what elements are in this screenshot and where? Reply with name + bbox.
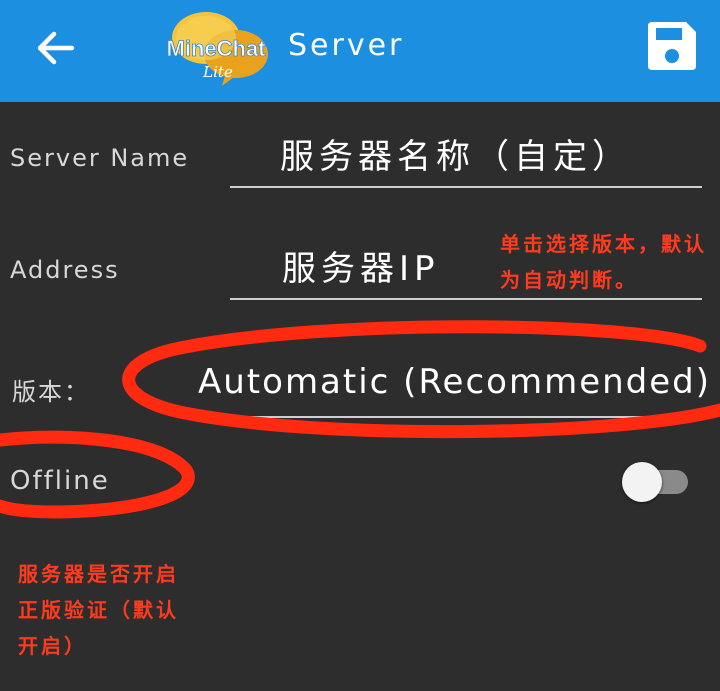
offline-note: 服务器是否开启 正版验证（默认 开启）: [18, 562, 179, 658]
offline-toggle[interactable]: [622, 462, 690, 502]
version-value: Automatic (Recommended): [198, 362, 712, 402]
version-label: 版本：: [12, 378, 90, 406]
save-button[interactable]: [644, 18, 700, 74]
server-name-input[interactable]: 服务器名称（自定）: [230, 136, 702, 188]
toggle-knob: [622, 462, 662, 502]
server-name-value: 服务器名称（自定）: [280, 137, 631, 177]
address-label: Address: [10, 256, 120, 284]
server-name-label: Server Name: [10, 144, 190, 172]
offline-label: Offline: [10, 466, 110, 496]
version-select[interactable]: Automatic (Recommended): [190, 344, 709, 418]
arrow-back-icon: [37, 31, 75, 65]
save-icon: [648, 22, 696, 70]
svg-text:Lite: Lite: [202, 63, 233, 81]
svg-text:MineChat: MineChat: [167, 36, 267, 61]
minechat-logo: MineChat Lite: [156, 8, 276, 88]
version-note: 单击选择版本，默认 为自动判断。: [500, 232, 707, 292]
address-value: 服务器IP: [282, 249, 440, 289]
app-bar: MineChat Lite Server: [0, 0, 720, 102]
back-button[interactable]: [28, 26, 84, 70]
page-title: Server: [288, 28, 405, 63]
